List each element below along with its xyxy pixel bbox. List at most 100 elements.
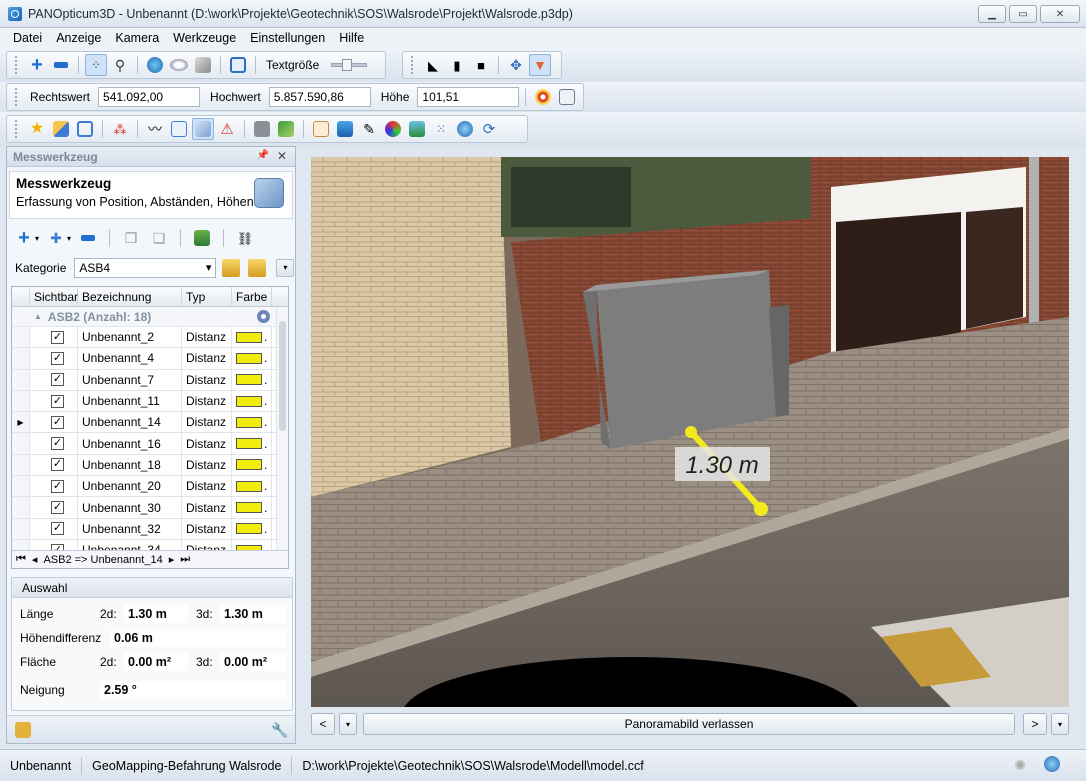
visible-checkbox[interactable]: ✓ <box>51 351 64 365</box>
add-folder-icon[interactable] <box>222 259 241 277</box>
color-cell[interactable]: . <box>232 390 272 412</box>
grid-scrollbar[interactable] <box>276 307 288 551</box>
measure-tool-icon[interactable] <box>192 118 214 140</box>
menu-werkzeuge[interactable]: Werkzeuge <box>166 31 243 45</box>
color-swatch[interactable] <box>236 416 262 428</box>
next-record-icon[interactable]: ▸ <box>169 553 175 566</box>
color-cell[interactable]: . <box>232 476 272 497</box>
windows-icon[interactable] <box>227 54 249 76</box>
col-typ[interactable]: Typ <box>182 287 232 306</box>
book-icon[interactable] <box>251 118 273 140</box>
link-icon[interactable]: ⛓ <box>234 227 256 249</box>
dot-grid-icon[interactable]: ⁙ <box>430 118 452 140</box>
duplicate-icon[interactable]: ❐ <box>120 227 142 249</box>
globe-icon[interactable] <box>454 118 476 140</box>
col-bezeichnung[interactable]: Bezeichnung <box>78 287 182 306</box>
color-circles-icon[interactable] <box>382 118 404 140</box>
table-row[interactable]: ✓ Unbenannt_2 Distanz. <box>12 327 288 349</box>
visible-cell[interactable]: ✓ <box>30 412 78 433</box>
color-cell[interactable]: . <box>232 412 272 433</box>
measurement-end-point[interactable] <box>754 502 768 516</box>
zoom-out-icon[interactable] <box>50 54 72 76</box>
panel-close-icon[interactable]: ✕ <box>277 149 287 163</box>
visible-checkbox[interactable]: ✓ <box>51 437 64 451</box>
col-farbe[interactable]: Farbe <box>232 287 272 306</box>
stack-icon[interactable] <box>334 118 356 140</box>
point-cloud-icon[interactable]: ⁂ <box>109 118 131 140</box>
visible-checkbox[interactable]: ✓ <box>51 373 64 387</box>
pin-icon[interactable]: 📌 <box>257 150 269 161</box>
table-row[interactable]: ✓ Unbenannt_20 Distanz. <box>12 476 288 498</box>
maximize-button[interactable]: ▭ <box>1009 5 1037 23</box>
brush-icon[interactable]: ✎ <box>358 118 380 140</box>
color-swatch[interactable] <box>236 395 262 407</box>
visible-checkbox[interactable]: ✓ <box>51 415 64 429</box>
table-row[interactable]: ✓ Unbenannt_4 Distanz. <box>12 348 288 370</box>
visible-cell[interactable]: ✓ <box>30 497 78 518</box>
color-swatch[interactable] <box>236 438 262 450</box>
copy-coordinates-icon[interactable] <box>556 86 578 108</box>
table-row[interactable]: ✓ Unbenannt_32 Distanz. <box>12 518 288 540</box>
hoehe-input[interactable] <box>417 87 520 107</box>
view-cone-icon[interactable]: ▼ <box>529 54 551 76</box>
table-row[interactable]: ✓ Unbenannt_30 Distanz. <box>12 497 288 519</box>
copy-object-icon[interactable] <box>74 118 96 140</box>
visible-checkbox[interactable]: ✓ <box>51 394 64 408</box>
panel-icon[interactable] <box>310 118 332 140</box>
color-swatch[interactable] <box>236 502 262 514</box>
leave-panorama-button[interactable]: Panoramabild verlassen <box>363 713 1015 735</box>
color-swatch[interactable] <box>236 331 262 343</box>
lock-icon[interactable] <box>15 722 31 738</box>
color-swatch[interactable] <box>236 374 262 386</box>
visible-checkbox[interactable]: ✓ <box>51 522 64 536</box>
menu-hilfe[interactable]: Hilfe <box>332 31 371 45</box>
layers-icon[interactable] <box>192 54 214 76</box>
folder-edit-icon[interactable] <box>248 259 267 277</box>
tilt-camera-icon[interactable]: ◣ <box>422 54 444 76</box>
color-cell[interactable]: . <box>232 327 272 348</box>
minimize-button[interactable]: ▁ <box>978 5 1006 23</box>
table-row[interactable]: ✓ Unbenannt_18 Distanz. <box>12 454 288 477</box>
wrench-icon[interactable]: 🔧 <box>271 722 288 738</box>
prev-record-icon[interactable]: ◂ <box>32 553 38 566</box>
collapse-icon[interactable]: ▲ <box>34 312 42 321</box>
color-swatch[interactable] <box>236 523 262 535</box>
visible-checkbox[interactable]: ✓ <box>51 330 64 344</box>
color-cell[interactable]: . <box>232 369 272 390</box>
prev-panorama-button[interactable]: < <box>311 713 335 735</box>
visible-cell[interactable]: ✓ <box>30 433 78 454</box>
color-cell[interactable]: . <box>232 348 272 369</box>
first-record-icon[interactable]: ⏮ <box>16 553 26 566</box>
color-cell[interactable]: . <box>232 433 272 454</box>
rechtswert-input[interactable] <box>98 87 201 107</box>
visible-cell[interactable]: ✓ <box>30 390 78 412</box>
visible-cell[interactable]: ✓ <box>30 454 78 476</box>
text-size-slider[interactable] <box>331 59 368 71</box>
visible-checkbox[interactable]: ✓ <box>51 501 64 515</box>
add-measurement-icon[interactable]: + <box>13 227 35 249</box>
next-dropdown-icon[interactable]: ▾ <box>1051 713 1069 735</box>
menu-einstellungen[interactable]: Einstellungen <box>243 31 332 45</box>
close-button[interactable]: ✕ <box>1040 5 1080 23</box>
polyline-icon[interactable]: 〰 <box>144 118 166 140</box>
visible-cell[interactable]: ✓ <box>30 348 78 369</box>
globe-refresh-icon[interactable] <box>144 54 166 76</box>
lens-icon[interactable] <box>168 54 190 76</box>
move-arrows-icon[interactable]: ✥ <box>505 54 527 76</box>
group-row[interactable]: ▲ ASB2 (Anzahl: 18) <box>12 307 288 327</box>
warning-sign-icon[interactable]: ⚠ <box>216 118 238 140</box>
table-row[interactable]: ▶ ✓ Unbenannt_14 Distanz. <box>12 412 288 434</box>
prev-dropdown-icon[interactable]: ▾ <box>339 713 357 735</box>
visible-cell[interactable]: ✓ <box>30 518 78 539</box>
zoom-in-icon[interactable]: + <box>26 54 48 76</box>
table-row[interactable]: ✓ Unbenannt_16 Distanz. <box>12 433 288 455</box>
visible-checkbox[interactable]: ✓ <box>51 479 64 493</box>
points-grid-icon[interactable]: ⁘ <box>85 54 107 76</box>
color-cell[interactable]: . <box>232 518 272 539</box>
dropdown-arrow-icon[interactable]: ▾ <box>35 234 39 243</box>
panorama-viewport[interactable]: 1.30 m <box>311 157 1069 707</box>
dropdown-arrow-icon[interactable]: ▾ <box>67 234 71 243</box>
col-sichtbar[interactable]: Sichtbar <box>30 287 78 306</box>
network-globe-icon[interactable] <box>1044 756 1060 772</box>
overflow-arrow-icon[interactable]: ▾ <box>276 259 295 277</box>
